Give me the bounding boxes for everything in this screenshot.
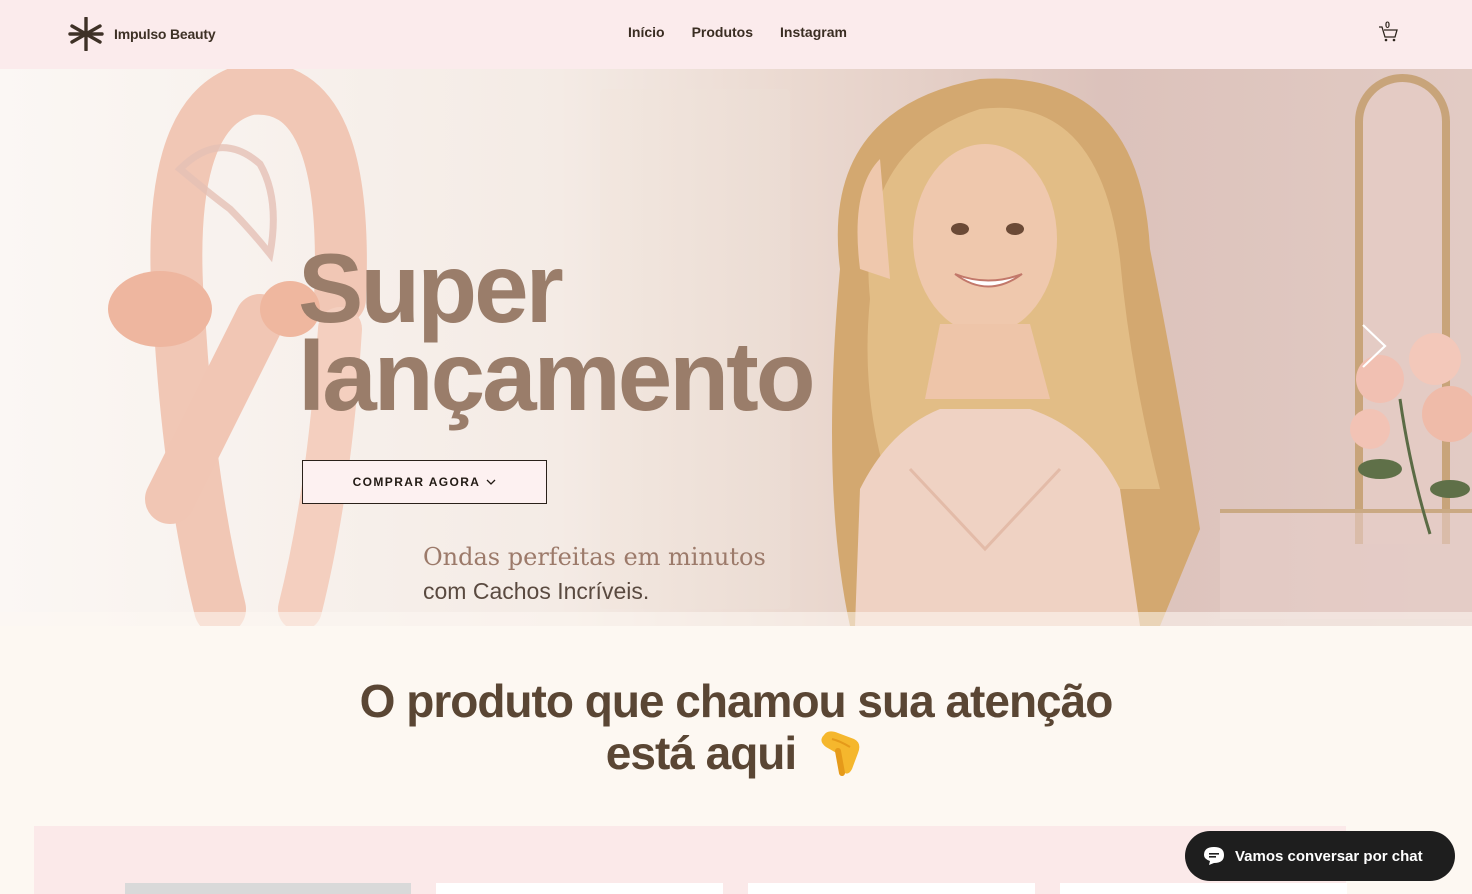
hero-banner: Super lançamento COMPRAR AGORA Ondas per… — [0, 69, 1472, 626]
nav-instagram[interactable]: Instagram — [780, 24, 847, 40]
hero-subtitle-line2: com Cachos Incríveis. — [423, 578, 650, 604]
section-title-line2: está aqui — [605, 727, 797, 779]
hero-subtitle-line1: Ondas perfeitas em minutos — [423, 543, 766, 571]
hero-headline: Super lançamento — [298, 233, 816, 432]
hero-headline-line2: lançamento — [298, 321, 816, 432]
product-card[interactable] — [1060, 883, 1347, 894]
chat-label: Vamos conversar por chat — [1235, 847, 1423, 865]
pointing-down-hand-icon — [821, 731, 860, 776]
hero-bottom-edge — [0, 612, 1472, 626]
brand-name: Impulso Beauty — [114, 26, 216, 42]
nav-produtos[interactable]: Produtos — [692, 24, 753, 40]
asterisk-logo-icon — [68, 17, 104, 51]
main-nav: Início Produtos Instagram — [628, 24, 847, 40]
buy-now-label: COMPRAR AGORA — [352, 475, 481, 489]
buy-now-button[interactable]: COMPRAR AGORA — [302, 460, 547, 504]
chat-bubble-icon — [1204, 847, 1224, 865]
product-card[interactable] — [125, 883, 411, 894]
brand-logo[interactable]: Impulso Beauty — [68, 17, 216, 51]
featured-section-title: O produto que chamou sua atenção está aq… — [0, 675, 1472, 783]
model-photo — [832, 78, 1200, 626]
site-header: Impulso Beauty Início Produtos Instagram… — [0, 0, 1472, 69]
hero-headline-line1: Super — [298, 233, 564, 343]
chevron-right-icon[interactable] — [1355, 321, 1391, 371]
product-card[interactable] — [436, 883, 723, 894]
chat-button[interactable]: Vamos conversar por chat — [1185, 831, 1455, 881]
product-card[interactable] — [748, 883, 1035, 894]
nav-inicio[interactable]: Início — [628, 24, 665, 40]
section-title-line1: O produto que chamou sua atenção — [359, 675, 1114, 727]
cart-count: 0 — [1385, 20, 1391, 30]
chevron-down-icon — [486, 479, 496, 485]
